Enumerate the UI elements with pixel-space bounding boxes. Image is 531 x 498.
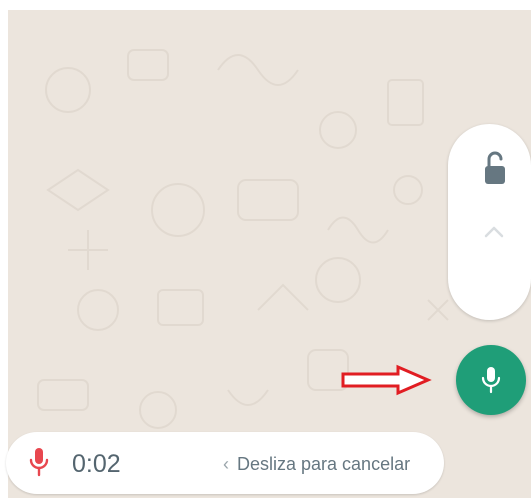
recording-timer: 0:02 xyxy=(72,450,121,478)
chevron-left-icon: ‹ xyxy=(223,454,229,474)
slide-to-cancel-label: Desliza para cancelar xyxy=(237,454,411,474)
mic-icon xyxy=(29,448,49,477)
mic-icon xyxy=(481,367,501,394)
unlock-icon xyxy=(485,151,505,184)
mic-record-button[interactable] xyxy=(456,345,526,415)
slide-to-cancel[interactable]: ‹ Desliza para cancelar xyxy=(223,451,410,477)
right-arrow-icon xyxy=(341,364,432,396)
chevron-up-icon xyxy=(484,226,504,238)
